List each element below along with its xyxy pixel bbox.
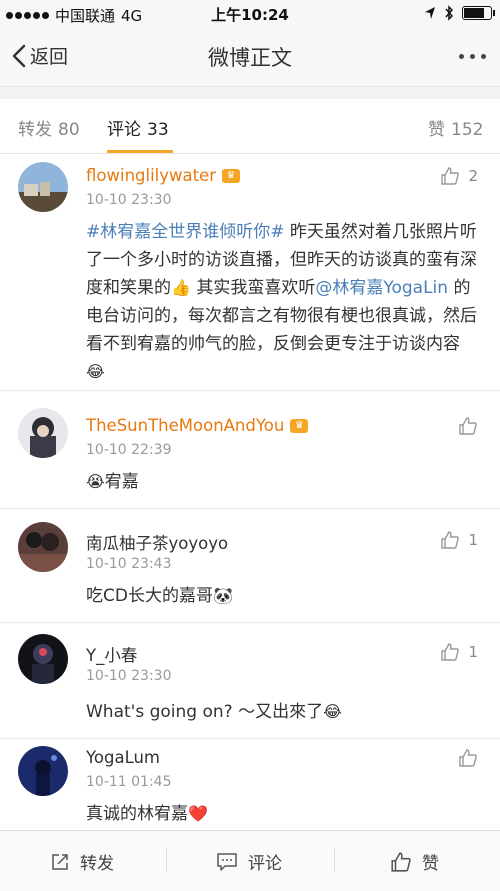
username[interactable]: Y_小春 bbox=[86, 642, 137, 666]
hashtag-link[interactable]: #林宥嘉全世界谁倾听你# bbox=[86, 222, 285, 242]
thumbs-up-emoji-icon: 👍 bbox=[171, 278, 191, 297]
comment-text: 吃CD长大的嘉哥🐼 bbox=[86, 586, 233, 606]
laughing-emoji-icon: 😂 bbox=[323, 702, 342, 721]
thumbs-up-icon bbox=[459, 417, 477, 435]
bluetooth-icon bbox=[445, 5, 454, 21]
like-button[interactable] bbox=[458, 416, 478, 436]
comment-item: flowinglilywater ♛ 10-10 23:30 2 #林宥嘉全世界… bbox=[0, 154, 500, 391]
toolbar-divider bbox=[166, 849, 167, 873]
vip-crown-icon: ♛ bbox=[222, 168, 241, 183]
tab-likes[interactable]: 赞 152 bbox=[428, 115, 483, 140]
like-button[interactable] bbox=[458, 748, 478, 768]
user-line: Y_小春 bbox=[86, 642, 137, 666]
user-line: YogaLum bbox=[86, 748, 160, 767]
comment-button[interactable]: 评论 bbox=[216, 849, 282, 874]
username[interactable]: TheSunTheMoonAndYou bbox=[86, 416, 284, 435]
vip-crown-icon: ♛ bbox=[290, 418, 309, 433]
mention-link[interactable]: @林宥嘉YogaLin bbox=[315, 278, 448, 298]
like-count: 1 bbox=[468, 643, 478, 661]
comment-label: 评论 bbox=[248, 854, 282, 874]
nav-bar: 返回 微博正文 bbox=[0, 28, 500, 87]
user-line: flowinglilywater ♛ bbox=[86, 166, 241, 185]
comment-text: 真诚的林宥嘉❤️ bbox=[86, 804, 208, 824]
tab-bar: 转发 80 评论 33 赞 152 bbox=[0, 99, 500, 154]
status-bar: 中国联通 4G 上午10:24 bbox=[0, 0, 500, 28]
heart-emoji-icon: ❤️ bbox=[188, 804, 208, 823]
active-tab-indicator bbox=[107, 150, 173, 153]
thumbs-up-icon bbox=[441, 531, 460, 549]
thumbs-up-icon bbox=[441, 643, 460, 661]
comment-item: 南瓜柚子茶yoyoyo 10-10 23:43 1 吃CD长大的嘉哥🐼 bbox=[0, 510, 500, 623]
user-line: 南瓜柚子茶yoyoyo bbox=[86, 530, 228, 554]
comment-time: 10-11 01:45 bbox=[86, 774, 172, 790]
comment-time: 10-10 23:43 bbox=[86, 556, 172, 572]
location-icon bbox=[425, 7, 435, 19]
repost-icon bbox=[52, 853, 68, 870]
toolbar-divider bbox=[334, 849, 335, 873]
tab-reposts[interactable]: 转发 80 bbox=[18, 115, 80, 140]
like-count: 2 bbox=[468, 167, 478, 185]
avatar[interactable] bbox=[18, 522, 68, 572]
more-options-button[interactable] bbox=[459, 54, 486, 59]
like-button[interactable]: 1 bbox=[440, 642, 478, 662]
battery-icon bbox=[462, 6, 495, 20]
like-post-button[interactable]: 赞 bbox=[390, 849, 439, 874]
like-count: 1 bbox=[468, 531, 478, 549]
comment-item: TheSunTheMoonAndYou ♛ 10-10 22:39 😭宥嘉 bbox=[0, 394, 500, 509]
repost-button[interactable]: 转发 bbox=[50, 849, 114, 874]
avatar[interactable] bbox=[18, 408, 68, 458]
comment-time: 10-10 23:30 bbox=[86, 192, 172, 208]
repost-label: 转发 bbox=[80, 854, 114, 874]
comment-icon bbox=[217, 852, 237, 871]
comment-item: Y_小春 10-10 23:30 1 What's going on? ～又出來… bbox=[0, 624, 500, 739]
page-title: 微博正文 bbox=[208, 46, 292, 70]
laughing-emoji-icon: 😂 bbox=[86, 362, 105, 381]
tab-comments[interactable]: 评论 33 bbox=[107, 115, 169, 140]
comment-text: 😭宥嘉 bbox=[86, 472, 139, 492]
avatar[interactable] bbox=[18, 746, 68, 796]
like-button[interactable]: 1 bbox=[440, 530, 478, 550]
avatar[interactable] bbox=[18, 634, 68, 684]
thumbs-up-icon bbox=[391, 851, 411, 872]
like-button[interactable]: 2 bbox=[440, 166, 478, 186]
thumbs-up-icon bbox=[459, 749, 477, 767]
username[interactable]: flowinglilywater bbox=[86, 166, 216, 185]
username[interactable]: 南瓜柚子茶yoyoyo bbox=[86, 530, 228, 554]
comment-time: 10-10 23:30 bbox=[86, 668, 172, 684]
more-dot-icon bbox=[459, 54, 464, 59]
thumbs-up-icon bbox=[441, 167, 460, 185]
comment-time: 10-10 22:39 bbox=[86, 442, 172, 458]
bottom-toolbar: 转发 评论 赞 bbox=[0, 830, 500, 891]
like-label: 赞 bbox=[422, 854, 439, 874]
comment-item: YogaLum 10-11 01:45 真诚的林宥嘉❤️ bbox=[0, 740, 500, 830]
section-gap bbox=[0, 87, 500, 99]
panda-emoji-icon: 🐼 bbox=[212, 586, 233, 605]
user-line: TheSunTheMoonAndYou ♛ bbox=[86, 416, 309, 435]
comment-text: What's going on? ～又出來了😂 bbox=[86, 702, 342, 722]
crying-emoji-icon: 😭 bbox=[86, 472, 105, 491]
comment-text: #林宥嘉全世界谁倾听你# 昨天虽然对着几张照片听了一个多小时的访谈直播，但昨天的… bbox=[86, 222, 477, 381]
username[interactable]: YogaLum bbox=[86, 748, 160, 767]
avatar[interactable] bbox=[18, 162, 68, 212]
